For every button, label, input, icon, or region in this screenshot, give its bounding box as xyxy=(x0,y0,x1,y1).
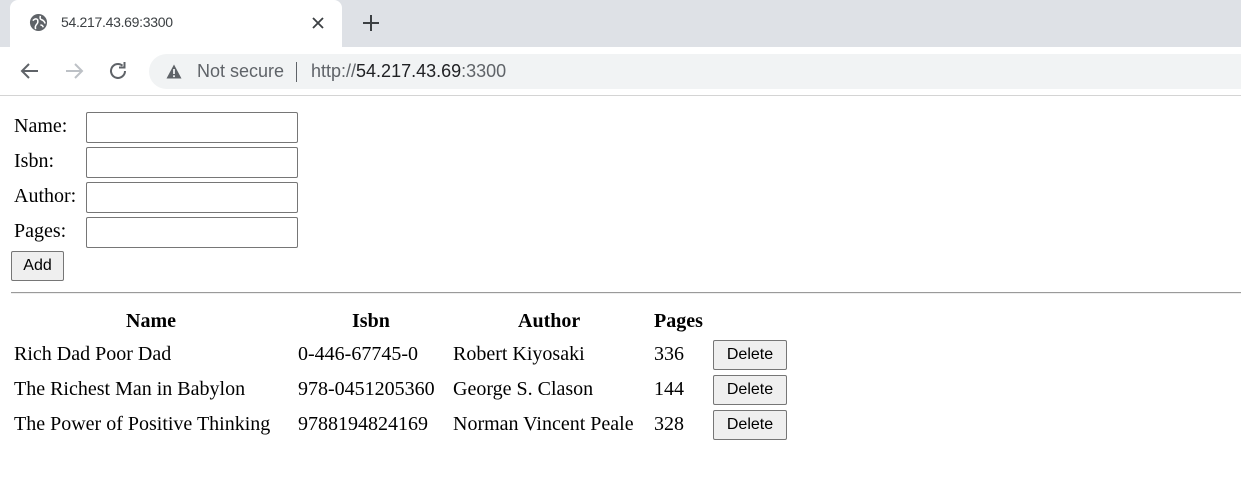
header-name: Name xyxy=(126,310,176,332)
warning-icon[interactable] xyxy=(166,64,182,79)
isbn-label: Isbn: xyxy=(14,150,54,172)
url-scheme: http:// xyxy=(311,61,357,81)
pages-input[interactable] xyxy=(86,217,298,248)
address-separator xyxy=(296,62,297,82)
row-2-pages: 144 xyxy=(654,378,684,400)
tab-strip: 54.217.43.69:3300 xyxy=(0,0,1241,47)
author-input[interactable] xyxy=(86,182,298,213)
row-3-name: The Power of Positive Thinking xyxy=(14,413,271,435)
author-label: Author: xyxy=(14,185,77,207)
row-3-pages: 328 xyxy=(654,413,684,435)
row-1-author: Robert Kiyosaki xyxy=(453,343,585,365)
new-tab-icon[interactable] xyxy=(360,12,382,34)
header-isbn: Isbn xyxy=(352,310,390,332)
tab-title: 54.217.43.69:3300 xyxy=(61,14,173,30)
close-tab-icon[interactable] xyxy=(309,14,327,32)
row-2-name: The Richest Man in Babylon xyxy=(14,378,246,400)
row-2-author: George S. Clason xyxy=(453,378,594,400)
isbn-input[interactable] xyxy=(86,147,298,178)
add-button[interactable]: Add xyxy=(11,251,64,281)
row-1-delete-button[interactable]: Delete xyxy=(713,340,787,370)
row-1-name: Rich Dad Poor Dad xyxy=(14,343,172,365)
header-author: Author xyxy=(518,310,581,332)
row-3-author: Norman Vincent Peale xyxy=(453,413,634,435)
pages-label: Pages: xyxy=(14,220,67,242)
name-input[interactable] xyxy=(86,112,298,143)
row-2-isbn: 978-0451205360 xyxy=(298,378,435,400)
url-text[interactable]: http://54.217.43.69:3300 xyxy=(311,61,506,82)
globe-icon xyxy=(29,13,48,32)
back-arrow-icon[interactable] xyxy=(18,59,42,83)
row-3-isbn: 9788194824169 xyxy=(298,413,428,435)
row-1-pages: 336 xyxy=(654,343,684,365)
row-2-delete-button[interactable]: Delete xyxy=(713,375,787,405)
header-pages: Pages xyxy=(654,310,703,332)
url-host: 54.217.43.69 xyxy=(356,61,462,81)
browser-toolbar: Not secure http://54.217.43.69:3300 xyxy=(0,47,1241,96)
page-content: Name: Isbn: Author: Pages: Add Name Isbn… xyxy=(0,97,1241,484)
row-1-isbn: 0-446-67745-0 xyxy=(298,343,418,365)
forward-arrow-icon[interactable] xyxy=(62,59,86,83)
horizontal-rule xyxy=(11,292,1241,294)
active-tab[interactable]: 54.217.43.69:3300 xyxy=(10,0,342,47)
reload-icon[interactable] xyxy=(106,59,130,83)
name-label: Name: xyxy=(14,115,68,137)
url-port: :3300 xyxy=(461,61,507,81)
address-bar[interactable]: Not secure http://54.217.43.69:3300 xyxy=(149,54,1241,89)
security-label[interactable]: Not secure xyxy=(197,61,284,82)
row-3-delete-button[interactable]: Delete xyxy=(713,410,787,440)
